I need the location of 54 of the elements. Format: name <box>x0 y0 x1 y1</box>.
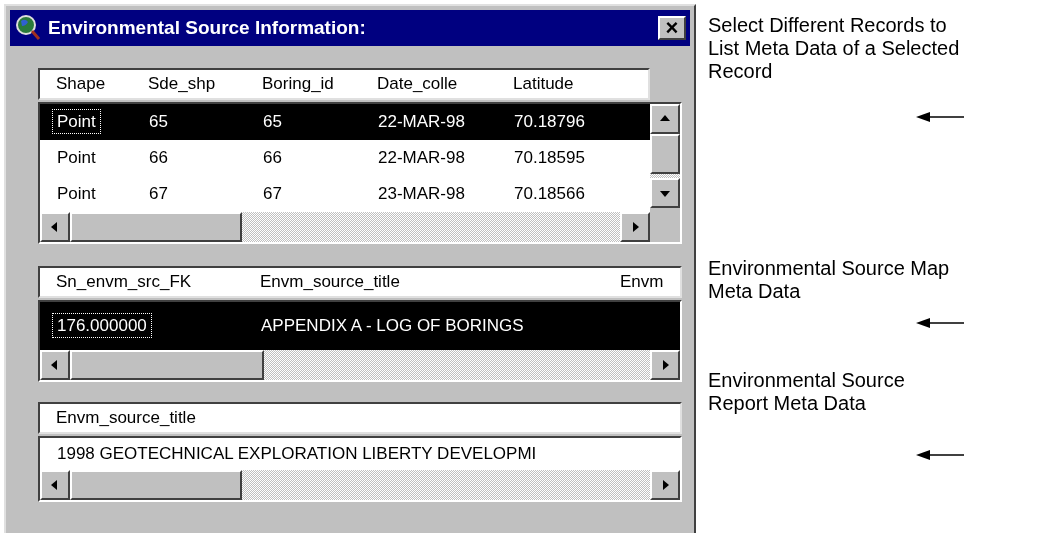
table-cell-text: 70.18796 <box>513 111 586 134</box>
table-cell-text: 67 <box>262 183 283 206</box>
scroll-up-button[interactable] <box>650 104 680 134</box>
table-cell-text: APPENDIX A - LOG OF BORINGS <box>260 315 525 338</box>
table-row[interactable]: 176.000000 APPENDIX A - LOG OF BORINGS <box>40 302 680 350</box>
table-cell-text: 70.18595 <box>513 147 586 170</box>
table-cell-text: 65 <box>148 111 169 134</box>
scroll-right-button[interactable] <box>650 470 680 500</box>
table-cell-text: 67 <box>148 183 169 206</box>
table-cell-text: 23-MAR-98 <box>377 183 466 206</box>
scrollbar-thumb[interactable] <box>70 470 242 500</box>
column-title[interactable]: Date_colle <box>361 71 497 97</box>
column-title[interactable]: Envm_source_title <box>40 405 680 431</box>
column-title[interactable]: Boring_id <box>246 71 361 97</box>
close-button[interactable]: × <box>658 16 686 40</box>
annotation-text: List Meta Data of a Selected <box>708 37 961 60</box>
table-cell-text: 70.18566 <box>513 183 586 206</box>
column-title[interactable]: Sn_envm_src_FK <box>40 269 244 295</box>
annotation-text: Environmental Source <box>708 369 906 392</box>
table-cell-text: 1998 GEOTECHNICAL EXPLORATION LIBERTY DEVELOPMI <box>56 443 538 466</box>
scroll-left-button[interactable] <box>40 350 70 380</box>
arrow-icon <box>916 111 964 123</box>
table-cell-text: 22-MAR-98 <box>377 147 466 170</box>
scroll-left-button[interactable] <box>40 212 70 242</box>
table-cell-text: Point <box>56 183 97 206</box>
arrow-icon <box>916 449 964 461</box>
table-cell: Point <box>52 109 101 135</box>
table-cell-text: 22-MAR-98 <box>377 111 466 134</box>
table-cell: 176.000000 <box>52 313 152 339</box>
scroll-right-button[interactable] <box>650 350 680 380</box>
scrollbar-thumb[interactable] <box>70 212 242 242</box>
globe-magnifier-icon <box>14 14 42 42</box>
table-cell-text: Point <box>56 147 97 170</box>
scrollbar-thumb[interactable] <box>70 350 264 380</box>
table-row[interactable]: Point 65 65 22-MAR-98 70.18796 <box>40 104 650 140</box>
arrow-icon <box>916 317 964 329</box>
annotation-text: Select Different Records to <box>708 14 948 37</box>
scroll-right-button[interactable] <box>620 212 650 242</box>
scrollbar-thumb[interactable] <box>650 134 680 174</box>
window-title: Environmental Source Information: <box>48 15 367 40</box>
scroll-left-button[interactable] <box>40 470 70 500</box>
column-title[interactable]: Latitude <box>497 71 637 97</box>
table-cell-text: 66 <box>148 147 169 170</box>
column-title[interactable]: Shape <box>40 71 132 97</box>
annotation-text: Report Meta Data <box>708 392 867 415</box>
column-title[interactable]: Sde_shp <box>132 71 246 97</box>
table-cell-text: 65 <box>262 111 283 134</box>
annotation-text: Meta Data <box>708 280 802 303</box>
table-cell-text: 66 <box>262 147 283 170</box>
column-title[interactable]: Envm_source_title <box>244 269 604 295</box>
annotation-text: Record <box>708 60 774 83</box>
annotation-text: Environmental Source Map <box>708 257 951 280</box>
column-title[interactable]: Envm <box>604 269 674 295</box>
scroll-down-button[interactable] <box>650 178 680 208</box>
